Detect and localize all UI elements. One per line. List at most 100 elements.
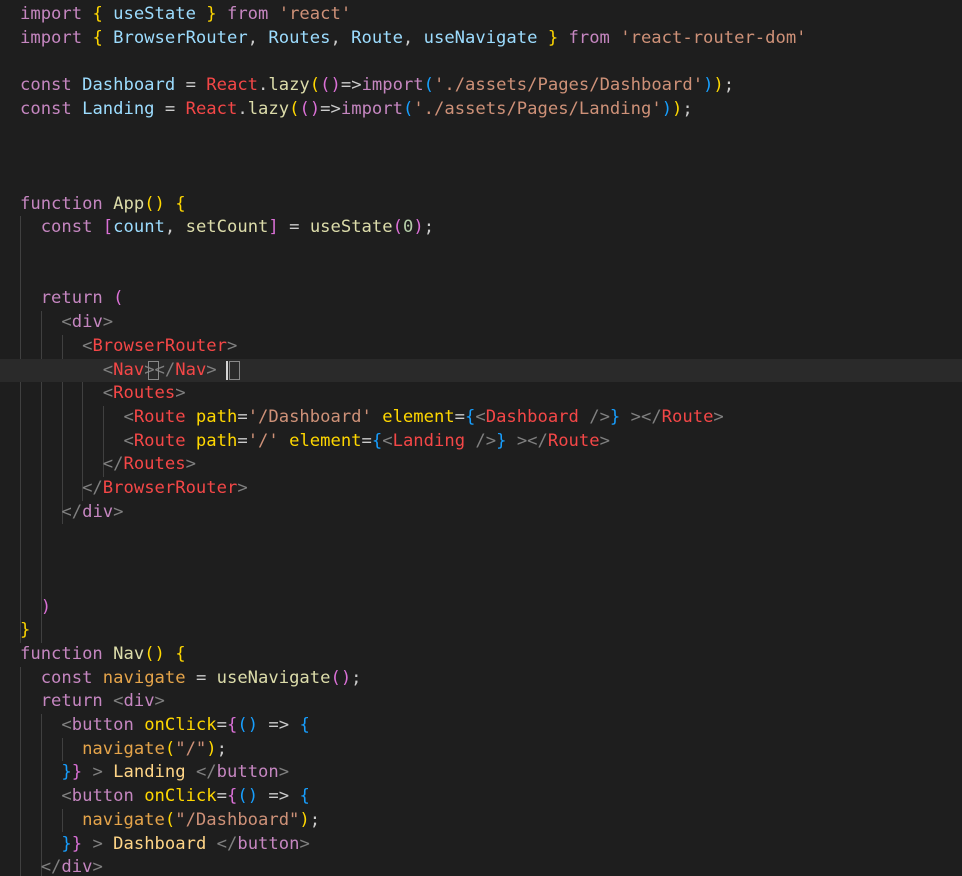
code-token: path bbox=[195, 406, 238, 427]
code-token: = bbox=[237, 430, 248, 451]
code-token: < bbox=[20, 430, 134, 451]
code-line[interactable]: </Routes> bbox=[0, 453, 962, 477]
code-line[interactable]: }} > Landing </button> bbox=[0, 761, 962, 785]
code-token: function bbox=[20, 643, 114, 664]
code-token: = bbox=[185, 75, 207, 96]
code-token: import bbox=[361, 75, 424, 96]
code-token: useNavigate bbox=[423, 27, 548, 48]
code-line[interactable] bbox=[0, 524, 962, 548]
code-line[interactable] bbox=[0, 240, 962, 264]
code-line[interactable]: return ( bbox=[0, 287, 962, 311]
code-token: ( bbox=[402, 98, 414, 119]
code-line[interactable] bbox=[0, 548, 962, 572]
code-line[interactable]: const Dashboard = React.lazy(()=>import(… bbox=[0, 74, 962, 98]
code-line[interactable] bbox=[0, 50, 962, 74]
code-line[interactable]: <Routes> bbox=[0, 382, 962, 406]
bracket-match-highlight bbox=[229, 360, 241, 381]
code-line-text: </div> bbox=[20, 501, 123, 525]
code-token: [ bbox=[102, 217, 114, 238]
code-line[interactable]: </div> bbox=[0, 856, 962, 876]
code-line-text: <Route path='/Dashboard' element={<Dashb… bbox=[20, 406, 724, 430]
code-token: const bbox=[20, 217, 103, 238]
code-line[interactable]: function App() { bbox=[0, 193, 962, 217]
code-token: } bbox=[20, 762, 72, 783]
code-token: element bbox=[289, 430, 362, 451]
code-line[interactable]: navigate("/"); bbox=[0, 738, 962, 762]
code-token: ) bbox=[703, 75, 714, 96]
code-line-text: <button onClick={() => { bbox=[20, 714, 310, 738]
code-token: () bbox=[237, 715, 269, 735]
code-editor[interactable]: import { useState } from 'react' import {… bbox=[0, 0, 962, 876]
code-line-text: import { BrowserRouter, Routes, Route, u… bbox=[20, 27, 807, 51]
code-line[interactable] bbox=[0, 264, 962, 288]
code-token: Dashboard bbox=[485, 406, 590, 427]
code-token: < bbox=[20, 715, 72, 735]
code-token: Route bbox=[661, 406, 714, 427]
code-token: import bbox=[20, 4, 93, 24]
code-line[interactable]: import { BrowserRouter, Routes, Route, u… bbox=[0, 27, 962, 51]
code-token: ) bbox=[20, 596, 52, 617]
code-token: ; bbox=[723, 75, 735, 96]
code-line[interactable] bbox=[0, 122, 962, 146]
code-token: { bbox=[299, 715, 310, 735]
code-line[interactable]: </div> bbox=[0, 501, 962, 525]
code-line[interactable]: } bbox=[0, 619, 962, 643]
code-line[interactable]: <Nav></Nav> bbox=[0, 358, 962, 383]
code-line-text: return ( bbox=[20, 287, 124, 311]
code-line[interactable]: <BrowserRouter> bbox=[0, 335, 962, 359]
code-token: > bbox=[713, 406, 724, 427]
code-token: ( bbox=[164, 809, 176, 830]
code-token: import bbox=[20, 27, 93, 48]
code-line[interactable]: <button onClick={() => { bbox=[0, 714, 962, 738]
code-line-text: const Dashboard = React.lazy(()=>import(… bbox=[20, 74, 734, 98]
code-token: < bbox=[113, 691, 124, 712]
code-token: => bbox=[268, 786, 300, 807]
code-token: 'react' bbox=[278, 4, 352, 24]
code-token: navigate bbox=[20, 738, 165, 759]
code-line[interactable]: const [count, setCount] = useState(0); bbox=[0, 216, 962, 240]
code-line[interactable]: <div> bbox=[0, 311, 962, 335]
code-token: > bbox=[226, 335, 238, 356]
code-line[interactable]: </BrowserRouter> bbox=[0, 477, 962, 501]
code-token: BrowserRouter bbox=[102, 478, 238, 498]
code-line[interactable]: <Route path='/' element={<Landing />} ><… bbox=[0, 430, 962, 454]
code-token: './assets/Pages/Landing' bbox=[413, 98, 662, 119]
code-token: Nav bbox=[175, 359, 207, 380]
code-token: . bbox=[258, 75, 269, 96]
code-line[interactable]: const Landing = React.lazy(()=>import('.… bbox=[0, 98, 962, 122]
code-token: () bbox=[320, 75, 341, 96]
code-token: button bbox=[71, 715, 145, 735]
code-token: /> bbox=[475, 430, 497, 451]
bracket-match-highlight bbox=[147, 360, 160, 381]
code-line[interactable]: }} > Dashboard </button> bbox=[0, 833, 962, 857]
code-line[interactable]: <Route path='/Dashboard' element={<Dashb… bbox=[0, 406, 962, 430]
code-line[interactable] bbox=[0, 169, 962, 193]
code-line[interactable]: function Nav() { bbox=[0, 643, 962, 667]
code-token: ) bbox=[661, 98, 673, 119]
code-token: > bbox=[299, 833, 310, 854]
code-token: useState bbox=[309, 217, 393, 238]
code-token: > bbox=[92, 857, 103, 876]
code-token: "/Dashboard" bbox=[175, 809, 300, 830]
code-token: Route bbox=[133, 406, 196, 427]
code-token: = bbox=[195, 667, 217, 688]
code-line[interactable]: return <div> bbox=[0, 690, 962, 714]
code-token: < bbox=[20, 383, 114, 404]
code-token: ; bbox=[216, 738, 227, 759]
code-line[interactable] bbox=[0, 145, 962, 169]
code-line[interactable]: navigate("/Dashboard"); bbox=[0, 809, 962, 833]
code-line[interactable] bbox=[0, 572, 962, 596]
code-line-text: <Routes> bbox=[20, 382, 186, 406]
code-line[interactable]: import { useState } from 'react' bbox=[0, 3, 962, 27]
code-token: </ bbox=[195, 762, 217, 783]
code-token: </ bbox=[20, 857, 62, 876]
code-token: div bbox=[71, 312, 103, 333]
code-token: , bbox=[330, 27, 352, 48]
code-line-text: <button onClick={() => { bbox=[20, 785, 309, 809]
code-token: Route bbox=[351, 27, 403, 48]
code-line[interactable]: const navigate = useNavigate(); bbox=[0, 667, 962, 691]
code-line[interactable]: ) bbox=[0, 596, 962, 620]
code-line[interactable]: <button onClick={() => { bbox=[0, 785, 962, 809]
code-token: div bbox=[123, 691, 155, 712]
code-token: { bbox=[175, 643, 186, 664]
